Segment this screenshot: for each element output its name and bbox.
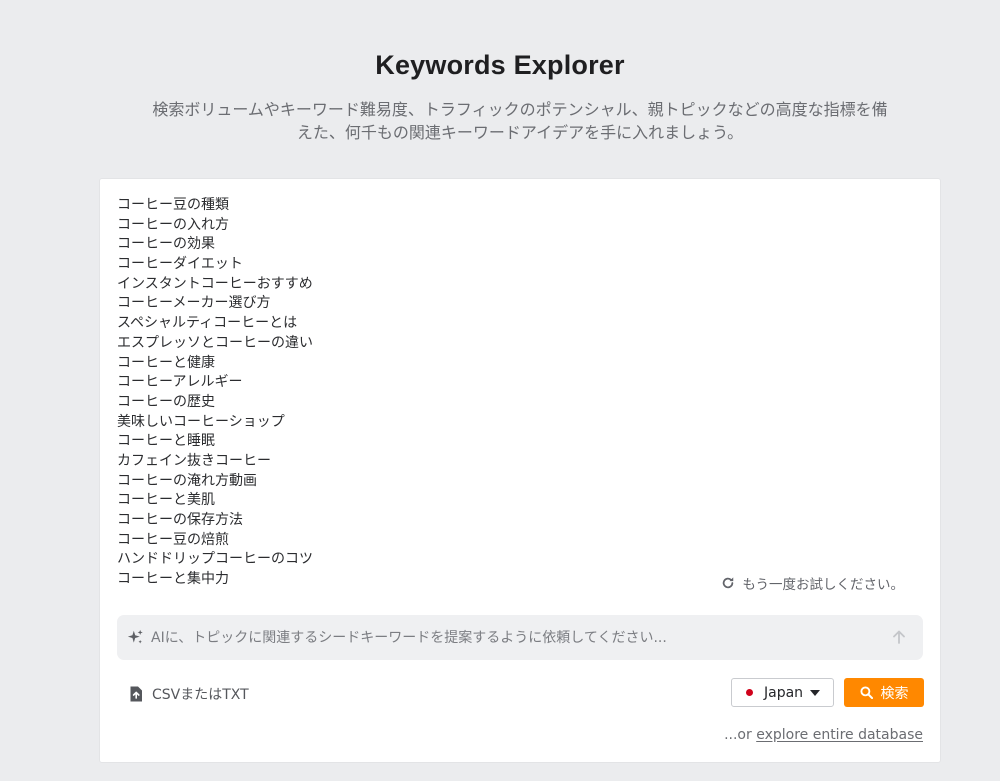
upload-label: CSVまたはTXT (152, 687, 249, 703)
keyword-line: コーヒーの淹れ方動画 (117, 472, 257, 489)
keyword-line: コーヒーと美肌 (117, 492, 215, 509)
keyword-line: エスプレッソとコーヒーの違い (117, 334, 313, 351)
keyword-line: コーヒーと集中力 (117, 571, 229, 588)
search-icon (859, 686, 873, 699)
upload-file-icon (130, 686, 142, 702)
keywords-textarea[interactable]: コーヒー豆の種類 コーヒーの入れ方 コーヒーの効果コーヒーダイエットインスタントコー… (117, 196, 313, 590)
keyword-line: コーヒーダイエット (117, 256, 243, 273)
subtitle-line-1: 検索ボリュームやキーワード難易度、トラフィックのポテンシャル、親トピックなどの高… (152, 100, 888, 119)
japan-flag-icon (746, 689, 753, 696)
arrow-up-icon[interactable] (891, 629, 907, 645)
explore-database-link[interactable]: explore entire database (756, 727, 923, 743)
chevron-down-icon (810, 689, 821, 696)
keyword-line: コーヒーの歴史 (117, 393, 215, 410)
page-title: Keywords Explorer (375, 50, 625, 80)
explore-database-text: ...or explore entire database (724, 727, 923, 743)
keyword-line: 美味しいコーヒーショップ (117, 413, 285, 430)
upload-file-button[interactable]: CSVまたはTXT (129, 684, 249, 704)
keyword-line: カフェイン抜きコーヒー (117, 452, 271, 469)
keyword-line: コーヒーの入れ方 (117, 216, 229, 233)
keyword-line: インスタントコーヒーおすすめ (117, 275, 313, 292)
keyword-line: コーヒーと睡眠 (117, 433, 215, 450)
keyword-line: コーヒーと健康 (117, 354, 215, 371)
search-button[interactable]: 検索 (844, 678, 924, 707)
subtitle-line-2: えた、何千もの関連キーワードアイデアを手に入れましょう。 (296, 123, 744, 142)
keyword-line: コーヒーアレルギー (117, 374, 243, 391)
retry-label: もう一度お試しください。 (742, 577, 904, 593)
keyword-line: コーヒー豆の焙煎 (117, 531, 229, 548)
keyword-line: スペシャルティコーヒーとは (117, 315, 298, 332)
page: Keywords Explorer 検索ボリュームやキーワード難易度、トラフィッ… (0, 0, 1000, 781)
ai-prompt-input[interactable] (151, 615, 871, 660)
explore-prefix: ...or (724, 727, 757, 743)
keyword-line: コーヒーの保存方法 (117, 512, 243, 528)
retry-button[interactable]: もう一度お試しください。 (721, 573, 904, 593)
page-subtitle: 検索ボリュームやキーワード難易度、トラフィックのポテンシャル、親トピックなどの高… (100, 98, 940, 144)
refresh-icon (723, 577, 734, 589)
country-label: Japan (764, 684, 804, 701)
keywords-input-card: コーヒー豆の種類 コーヒーの入れ方 コーヒーの効果コーヒーダイエットインスタントコー… (99, 178, 941, 763)
keyword-line: ハンドドリップコーヒーのコツ (117, 551, 313, 568)
ai-prompt-bar (117, 615, 923, 660)
sparkle-icon (127, 629, 143, 644)
keyword-line: コーヒー豆の種類 (117, 197, 229, 213)
search-button-label: 検索 (880, 685, 909, 702)
country-select[interactable]: Japan (731, 678, 834, 707)
keyword-line: コーヒーメーカー選び方 (117, 295, 271, 312)
keyword-line: コーヒーの効果 (117, 236, 215, 253)
